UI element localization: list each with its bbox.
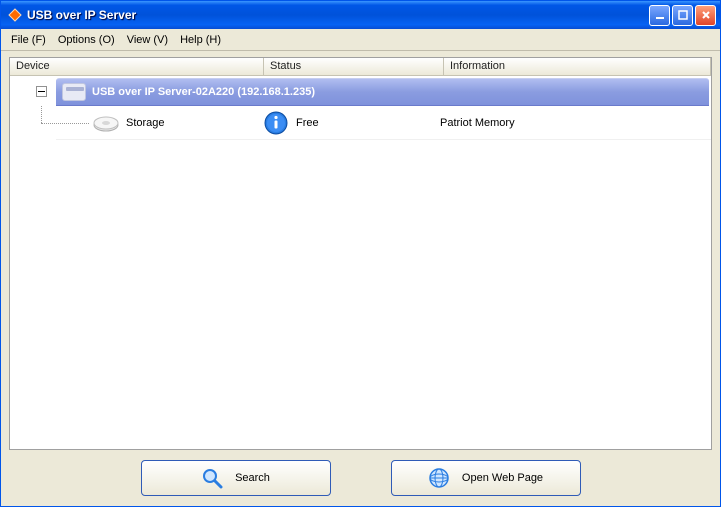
- menu-options[interactable]: Options (O): [52, 32, 121, 48]
- maximize-button[interactable]: [672, 5, 693, 26]
- device-name: Storage: [126, 117, 264, 129]
- menu-file[interactable]: File (F): [5, 32, 52, 48]
- server-label: USB over IP Server-02A220 (192.168.1.235…: [92, 86, 315, 98]
- close-button[interactable]: [695, 5, 716, 26]
- search-button[interactable]: Search: [141, 460, 331, 496]
- globe-icon: [428, 467, 450, 489]
- app-window: USB over IP Server File (F) Options (O) …: [0, 0, 721, 507]
- minus-icon: [38, 91, 45, 92]
- device-information: Patriot Memory: [440, 117, 711, 129]
- tree-line: [41, 123, 89, 124]
- menu-view[interactable]: View (V): [121, 32, 174, 48]
- open-web-page-button[interactable]: Open Web Page: [391, 460, 581, 496]
- storage-icon: [92, 113, 120, 133]
- device-listview: Device Status Information USB over IP Se…: [9, 57, 712, 450]
- tree-collapse-button[interactable]: [36, 86, 47, 97]
- device-status: Free: [296, 117, 440, 129]
- list-header: Device Status Information: [10, 58, 711, 76]
- server-row[interactable]: USB over IP Server-02A220 (192.168.1.235…: [56, 78, 709, 106]
- info-icon: [264, 111, 288, 135]
- search-icon: [201, 467, 223, 489]
- client-area: Device Status Information USB over IP Se…: [1, 51, 720, 506]
- titlebar: USB over IP Server: [1, 1, 720, 29]
- window-controls: [649, 5, 716, 26]
- button-bar: Search Open Web Page: [9, 450, 712, 498]
- list-body: USB over IP Server-02A220 (192.168.1.235…: [10, 76, 711, 449]
- search-button-label: Search: [235, 472, 270, 484]
- tree-line: [41, 106, 42, 123]
- column-header-device[interactable]: Device: [10, 58, 264, 75]
- menubar: File (F) Options (O) View (V) Help (H): [1, 29, 720, 51]
- column-header-information[interactable]: Information: [444, 58, 711, 75]
- device-row[interactable]: Storage Free Patriot Memory: [56, 106, 711, 140]
- menu-help[interactable]: Help (H): [174, 32, 227, 48]
- app-icon: [7, 7, 23, 23]
- window-title: USB over IP Server: [27, 8, 649, 22]
- open-web-page-button-label: Open Web Page: [462, 472, 543, 484]
- server-icon: [62, 83, 86, 101]
- column-header-status[interactable]: Status: [264, 58, 444, 75]
- minimize-button[interactable]: [649, 5, 670, 26]
